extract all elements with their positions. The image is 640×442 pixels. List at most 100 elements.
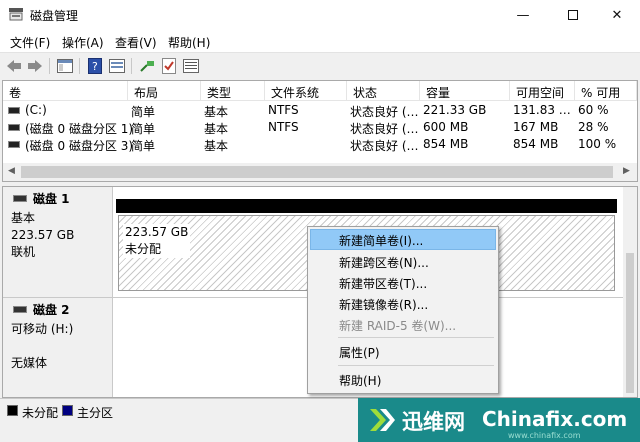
volume-icon <box>8 107 20 114</box>
table-row[interactable]: (磁盘 0 磁盘分区 3) 简单 基本 状态良好 (… 854 MB 854 M… <box>3 136 637 153</box>
cell-type: 基本 <box>204 122 229 136</box>
menu-item-new-spanned-volume[interactable]: 新建跨区卷(N)... <box>310 251 496 272</box>
check-icon <box>162 58 176 74</box>
cell-volume: (磁盘 0 磁盘分区 1) <box>25 122 134 136</box>
back-arrow-icon <box>7 60 21 72</box>
cell-capacity: 600 MB <box>423 120 469 134</box>
table-row[interactable]: (C:) 简单 基本 NTFS 状态良好 (… 221.33 GB 131.83… <box>3 102 637 119</box>
cell-free-space: 131.83 … <box>513 103 571 117</box>
partition-size: 223.57 GB <box>125 225 189 239</box>
legend-swatch-primary <box>62 405 73 416</box>
menu-item-help[interactable]: 帮助(H) <box>310 369 496 390</box>
column-header-percent-free[interactable]: % 可用 <box>575 81 637 101</box>
cell-percent-free: 60 % <box>578 103 609 117</box>
volume-icon <box>8 124 20 131</box>
watermark-url: www.chinafix.com <box>508 431 581 440</box>
cell-status: 状态良好 (… <box>350 105 419 119</box>
properties-icon <box>109 59 125 73</box>
properties-button[interactable] <box>107 56 127 76</box>
partition-info: 223.57 GB 未分配 <box>123 224 191 258</box>
help-icon: ? <box>88 58 102 74</box>
cell-capacity: 854 MB <box>423 137 469 151</box>
volume-icon <box>8 141 20 148</box>
cell-free-space: 167 MB <box>513 120 559 134</box>
cell-filesystem: NTFS <box>268 120 299 134</box>
show-hide-console-tree-icon <box>57 59 73 73</box>
cell-free-space: 854 MB <box>513 137 559 151</box>
legend-label-primary: 主分区 <box>77 406 114 420</box>
horizontal-scrollbar[interactable]: ◀ ▶ <box>3 163 637 181</box>
disk-1-size: 223.57 GB <box>11 228 75 242</box>
menu-item-new-simple-volume[interactable]: 新建简单卷(I)... <box>310 229 496 250</box>
menu-view[interactable]: 查看(V) <box>115 34 157 51</box>
list-view-button[interactable] <box>181 56 201 76</box>
menu-item-new-striped-volume[interactable]: 新建带区卷(T)... <box>310 272 496 293</box>
help-button[interactable]: ? <box>85 56 105 76</box>
connect-button[interactable] <box>137 56 157 76</box>
column-header-filesystem[interactable]: 文件系统 <box>265 81 347 101</box>
scroll-left-icon[interactable]: ◀ <box>8 166 15 176</box>
vertical-scrollbar[interactable] <box>623 187 637 397</box>
svg-text:?: ? <box>92 60 98 73</box>
cell-type: 基本 <box>204 105 229 119</box>
window-title: 磁盘管理 <box>30 9 79 23</box>
legend-label-unallocated: 未分配 <box>22 406 59 420</box>
check-button[interactable] <box>159 56 179 76</box>
cell-type: 基本 <box>204 139 229 153</box>
cell-status: 状态良好 (… <box>350 122 419 136</box>
column-header-volume[interactable]: 卷 <box>3 81 128 101</box>
connect-icon <box>140 61 154 72</box>
column-header-type[interactable]: 类型 <box>201 81 265 101</box>
cell-filesystem: NTFS <box>268 103 299 117</box>
scroll-right-icon[interactable]: ▶ <box>623 166 630 176</box>
context-menu: 新建简单卷(I)... 新建跨区卷(N)... 新建带区卷(T)... 新建镜像… <box>307 226 499 394</box>
cell-status: 状态良好 (… <box>350 139 419 153</box>
column-header-layout[interactable]: 布局 <box>128 81 201 101</box>
disk-management-icon <box>9 8 23 21</box>
disk-1-label[interactable]: 磁盘 1 基本 223.57 GB 联机 <box>3 187 113 298</box>
unallocated-partition-bar[interactable] <box>116 199 617 213</box>
minimize-button[interactable]: — <box>500 0 546 30</box>
legend-swatch-unallocated <box>7 405 18 416</box>
back-button[interactable] <box>4 56 24 76</box>
disk-2-status: 无媒体 <box>11 356 48 370</box>
menu-item-new-raid5-volume: 新建 RAID-5 卷(W)... <box>339 319 457 333</box>
disk-1-type: 基本 <box>11 211 36 225</box>
toolbar: ? <box>0 52 640 78</box>
menu-help[interactable]: 帮助(H) <box>168 34 210 51</box>
forward-button[interactable] <box>25 56 45 76</box>
watermark: 迅维网 Chinafix.com www.chinafix.com <box>358 398 640 442</box>
title-bar: 磁盘管理 — ✕ <box>0 0 640 30</box>
scrollbar-thumb[interactable] <box>21 166 613 178</box>
disk-1-status: 联机 <box>11 245 36 259</box>
chinafix-logo-icon <box>370 409 395 431</box>
partition-status: 未分配 <box>125 242 162 256</box>
maximize-button[interactable] <box>550 0 596 30</box>
disk-1-name: 磁盘 1 <box>33 192 70 206</box>
close-button[interactable]: ✕ <box>594 0 640 30</box>
cell-layout: 简单 <box>131 122 156 136</box>
console-tree-button[interactable] <box>55 56 75 76</box>
table-row[interactable]: (磁盘 0 磁盘分区 1) 简单 基本 NTFS 状态良好 (… 600 MB … <box>3 119 637 136</box>
cell-percent-free: 100 % <box>578 137 617 151</box>
scrollbar-thumb[interactable] <box>626 253 634 393</box>
cell-volume: (磁盘 0 磁盘分区 3) <box>25 139 134 153</box>
minimize-icon: — <box>516 7 530 23</box>
column-header-free-space[interactable]: 可用空间 <box>510 81 575 101</box>
menu-item-properties[interactable]: 属性(P) <box>310 341 496 362</box>
column-header-capacity[interactable]: 容量 <box>420 81 510 101</box>
cell-percent-free: 28 % <box>578 120 609 134</box>
cell-capacity: 221.33 GB <box>423 103 487 117</box>
column-header-status[interactable]: 状态 <box>347 81 420 101</box>
disk-icon <box>13 306 27 313</box>
disk-2-label[interactable]: 磁盘 2 可移动 (H:) 无媒体 <box>3 298 113 397</box>
forward-arrow-icon <box>28 60 42 72</box>
close-icon: ✕ <box>611 7 623 23</box>
watermark-cn: 迅维网 <box>402 410 465 434</box>
menu-action[interactable]: 操作(A) <box>62 34 104 51</box>
cell-layout: 简单 <box>131 105 156 119</box>
menu-file[interactable]: 文件(F) <box>10 34 50 51</box>
menu-item-new-mirrored-volume[interactable]: 新建镜像卷(R)... <box>310 293 496 314</box>
cell-volume: (C:) <box>25 103 47 117</box>
list-view-icon <box>183 59 199 73</box>
